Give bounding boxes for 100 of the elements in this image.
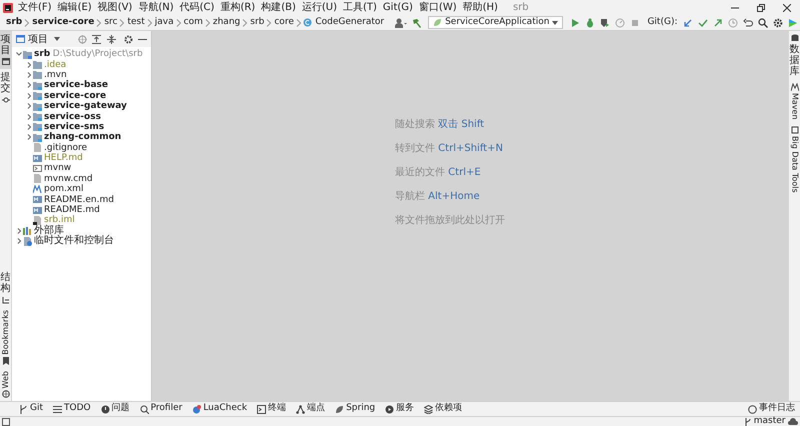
tool-window-button[interactable]: 服务 [380,402,420,416]
breadcrumb-item[interactable]: CodeGenerator [314,16,386,30]
tool-window-button[interactable]: LuaCheck [187,402,252,416]
undo-icon[interactable] [742,18,752,28]
app-logo-icon [2,2,12,12]
tree-item[interactable]: README.md [44,205,100,216]
hammer-icon[interactable] [412,18,422,28]
tool-window-button[interactable]: TODO [48,402,96,416]
tool-window-icon [296,404,306,414]
expand-all-icon[interactable] [92,34,101,44]
branch-widget[interactable]: master [754,417,786,426]
tool-window-tab[interactable]: Bookmarks [0,306,11,368]
chevron-right-icon[interactable] [25,112,33,121]
chevron-right-icon[interactable] [25,60,33,69]
tree-item[interactable]: mvnw.cmd [44,174,93,184]
chevron-right-icon[interactable] [25,122,33,131]
tool-window-tab[interactable]: 结构 [0,268,11,307]
collapse-all-icon[interactable] [106,34,116,44]
chevron-right-icon[interactable] [25,92,33,100]
chevron-down-icon[interactable] [15,50,23,58]
search-icon[interactable] [758,18,768,28]
file-icon [33,164,42,173]
tool-window-icon [2,296,10,304]
tool-window-button[interactable]: 端点 [291,402,330,416]
shield-icon[interactable] [600,18,610,28]
menu-item[interactable]: 帮助(H) [460,0,501,14]
breadcrumb-item[interactable]: srb [249,16,266,30]
menu-item[interactable]: 视图(V) [94,0,136,14]
arrow-down-left-icon[interactable] [682,18,692,28]
menu-item[interactable]: 窗口(W) [416,0,460,14]
tree-item[interactable]: 外部库 [34,226,64,236]
user-icon[interactable] [394,18,407,28]
tree-item[interactable]: README.en.md [44,194,114,205]
tree-item[interactable]: srb [34,49,50,60]
menu-item[interactable]: 构建(B) [258,0,299,14]
chevron-right-icon[interactable] [25,102,33,110]
tool-window-button[interactable]: Spring [330,402,380,416]
cloud-icon[interactable] [788,418,798,426]
tool-window-button[interactable]: 依赖项 [419,402,468,416]
breadcrumb-item[interactable]: zhang [212,16,242,30]
tool-window-tab[interactable]: Maven [789,80,800,123]
editor-hint: 转到文件 Ctrl+Shift+N [395,142,504,156]
event-log-button[interactable]: 事件日志 [743,402,800,416]
tree-item[interactable]: zhang-common [44,132,122,142]
tool-window-tab[interactable]: Big Data Tools [789,122,800,196]
caret-icon[interactable] [54,37,60,41]
chevron-right-icon[interactable] [25,70,33,79]
arrow-up-right-icon[interactable] [712,18,722,28]
menu-item[interactable]: Git(G) [380,0,416,14]
tool-window-button[interactable]: 问题 [96,402,135,416]
breadcrumb-item[interactable]: com [182,16,204,30]
breadcrumb-item[interactable]: core [273,16,295,30]
menu-item[interactable]: 编辑(E) [54,0,95,14]
tree-item[interactable]: .idea [44,60,66,70]
menu-item[interactable]: 重构(R) [217,0,258,14]
tool-window-icon [335,404,344,414]
tree-item[interactable]: HELP.md [44,153,83,164]
chevron-right-icon[interactable] [25,133,33,142]
tool-window-button[interactable]: 终端 [252,402,292,416]
tree-item[interactable]: srb.iml [44,215,75,226]
tree-item[interactable]: .mvn [44,70,67,80]
tree-item[interactable]: service-gateway [44,101,127,112]
tool-window-tab[interactable]: 提交 [0,69,11,107]
chevron-right-icon [119,18,126,26]
menu-item[interactable]: 文件(F) [15,0,55,14]
tree-item[interactable]: service-sms [44,122,104,132]
menu-item[interactable]: 运行(U) [298,0,340,14]
breadcrumb-item[interactable]: service-core [31,16,96,30]
run-icon[interactable] [570,18,580,28]
menu-item[interactable]: 代码(C) [176,0,218,14]
chevron-right-icon[interactable] [15,226,23,235]
breadcrumb-item[interactable]: java [154,16,175,30]
menu-item[interactable]: 导航(N) [135,0,177,14]
chevron-right-icon[interactable] [25,81,33,90]
menu-item[interactable]: 工具(T) [340,0,380,14]
tree-item[interactable]: service-base [44,80,108,90]
tree-item[interactable]: service-oss [44,112,101,122]
breadcrumb-item[interactable]: srb [5,16,24,30]
tree-item[interactable]: 临时文件和控制台 [34,236,114,246]
tree-item[interactable]: mvnw [44,163,72,174]
layout-icon[interactable] [2,418,10,426]
breadcrumb-item[interactable]: test [126,16,146,30]
tool-window-button[interactable]: Profiler [134,402,188,416]
tool-window-tab[interactable]: 项目 [0,31,11,69]
tree-item[interactable]: pom.xml [44,184,84,194]
tool-window-icon [19,404,28,414]
tool-window-button[interactable]: Git [14,402,48,416]
tree-item[interactable]: service-core [44,90,106,101]
bug-icon[interactable] [584,18,595,28]
chevron-right-icon[interactable] [15,237,23,246]
tool-window-tab[interactable]: Web [0,368,11,401]
target-icon[interactable] [78,34,86,44]
checkmark-icon[interactable] [698,18,708,28]
breadcrumb-item[interactable]: src [103,16,118,30]
tool-window-tab[interactable]: 数据库 [789,31,800,80]
project-view-dropdown[interactable]: 项目 [28,32,48,46]
file-icon [33,216,42,225]
file-icon [33,154,42,163]
run-configuration-dropdown[interactable]: ServiceCoreApplication [428,16,564,29]
tree-item[interactable]: .gitignore [44,142,88,153]
